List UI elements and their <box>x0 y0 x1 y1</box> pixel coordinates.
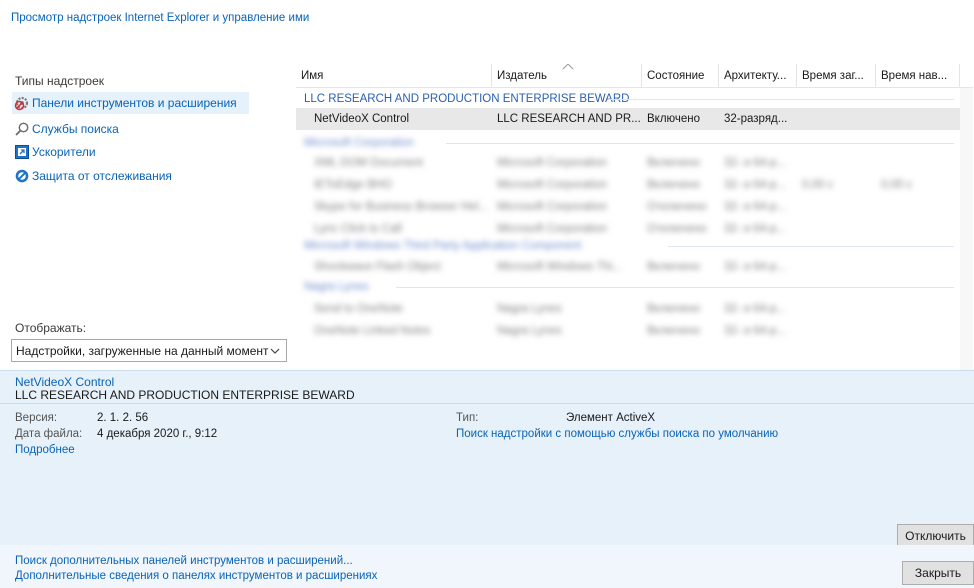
column-publisher[interactable]: Издатель <box>492 64 642 88</box>
cell-navigation-time: 0,00 с <box>881 179 913 191</box>
cell-name: XML DOM Document <box>314 157 423 169</box>
group-divider <box>446 143 954 144</box>
type-label: Панели инструментов и расширения <box>32 96 237 110</box>
type-toolbars-extensions[interactable]: Панели инструментов и расширения <box>12 92 249 114</box>
details-panel: NetVideoX Control LLC RESEARCH AND PRODU… <box>0 370 974 548</box>
cell-publisher: Nagra Lynes <box>497 303 562 315</box>
cell-status: Включено <box>647 157 701 169</box>
type-label: Защита от отслеживания <box>32 169 172 183</box>
column-load-time[interactable]: Время заг... <box>797 64 876 88</box>
group-divider <box>668 246 954 247</box>
table-row[interactable]: IEToEdge BHO Microsoft Corporation Включ… <box>296 174 960 196</box>
cell-architecture: 32- и 64-р... <box>724 223 787 235</box>
group-header: Microsoft Corporation <box>304 137 414 149</box>
group-header: Nagra Lynes <box>304 281 369 293</box>
column-name[interactable]: Имя <box>296 64 492 88</box>
cell-status: Включено <box>647 261 701 273</box>
type-accelerators[interactable]: Ускорители <box>12 141 100 163</box>
cell-publisher: Microsoft Corporation <box>497 157 607 169</box>
column-headers: Имя Издатель Состояние Архитекту... Врем… <box>296 64 973 88</box>
addon-types-pane: Типы надстроек Панели инструментов и рас… <box>0 64 296 370</box>
cell-status: Включено <box>647 303 701 315</box>
search-addon-link[interactable]: Поиск надстройки с помощью службы поиска… <box>456 428 778 440</box>
cell-name: NetVideoX Control <box>314 113 410 125</box>
footer: Поиск дополнительных панелей инструменто… <box>0 545 974 588</box>
cell-architecture: 32- и 64-р... <box>724 303 787 315</box>
group-divider <box>608 99 954 100</box>
group-header: LLC RESEARCH AND PRODUCTION ENTERPRISE B… <box>304 93 630 105</box>
cell-status: Включено <box>647 113 701 125</box>
gear-blocked-icon <box>14 95 30 111</box>
show-label: Отображать: <box>15 321 87 335</box>
type-label: Службы поиска <box>32 122 119 136</box>
table-row[interactable]: Send to OneNote Nagra Lynes Включено 32-… <box>296 298 960 320</box>
column-navigation-time[interactable]: Время нав... <box>876 64 960 88</box>
cell-publisher: Microsoft Windows Thi... <box>497 261 623 273</box>
cell-status: Включено <box>647 325 701 337</box>
selected-addon-name: NetVideoX Control <box>15 375 115 389</box>
group-header: Microsoft Windows Third Party Applicatio… <box>304 240 582 252</box>
vertical-scrollbar[interactable] <box>960 88 973 370</box>
cell-architecture: 32-разряд... <box>724 113 788 125</box>
cell-publisher: Nagra Lynes <box>497 325 562 337</box>
learn-more-toolbars-link[interactable]: Дополнительные сведения о панелях инстру… <box>15 570 377 582</box>
version-label: Версия: <box>15 412 58 424</box>
group-divider <box>396 287 954 288</box>
details-divider <box>0 403 974 404</box>
type-label: Тип: <box>456 412 479 424</box>
close-button[interactable]: Закрыть <box>902 561 974 585</box>
cell-load-time: 0,00 с <box>802 179 834 191</box>
cell-publisher: Microsoft Corporation <box>497 179 607 191</box>
cell-status: Включено <box>647 179 701 191</box>
search-icon <box>14 121 30 137</box>
cell-name: Send to OneNote <box>314 303 403 315</box>
page-title: Просмотр надстроек Internet Explorer и у… <box>11 12 310 24</box>
find-more-toolbars-link[interactable]: Поиск дополнительных панелей инструменто… <box>15 555 353 567</box>
column-status[interactable]: Состояние <box>642 64 719 88</box>
version-value: 2. 1. 2. 56 <box>97 412 149 424</box>
addon-types-label: Типы надстроек <box>15 74 105 88</box>
cell-name: OneNote Linked Notes <box>314 325 431 337</box>
cell-architecture: 32- и 64-р... <box>724 179 787 191</box>
cell-architecture: 32- и 64-р... <box>724 325 787 337</box>
cell-status: Отключено <box>647 201 707 213</box>
chevron-down-icon <box>270 345 280 359</box>
cell-publisher: Microsoft Corporation <box>497 201 607 213</box>
column-architecture[interactable]: Архитекту... <box>719 64 797 88</box>
table-row[interactable]: NetVideoX Control LLC RESEARCH AND PR...… <box>296 108 960 130</box>
cell-publisher: LLC RESEARCH AND PR... <box>497 113 641 125</box>
cell-architecture: 32- и 64-р... <box>724 157 787 169</box>
file-date-value: 4 декабря 2020 г., 9:12 <box>97 428 218 440</box>
type-search-providers[interactable]: Службы поиска <box>12 118 123 140</box>
addon-list: Имя Издатель Состояние Архитекту... Врем… <box>296 64 973 370</box>
table-row[interactable]: OneNote Linked Notes Nagra Lynes Включен… <box>296 320 960 342</box>
cell-name: Shockwave Flash Object <box>314 261 441 273</box>
table-row[interactable]: Shockwave Flash Object Microsoft Windows… <box>296 256 960 278</box>
table-row[interactable]: XML DOM Document Microsoft Corporation В… <box>296 152 960 174</box>
cell-name: IEToEdge BHO <box>314 179 392 191</box>
file-date-label: Дата файла: <box>15 428 83 440</box>
blocked-icon <box>14 168 30 184</box>
cell-architecture: 32- и 64-р... <box>724 201 787 213</box>
cell-name: Skype for Business Browser Hel... <box>314 201 488 213</box>
type-label: Ускорители <box>32 145 96 159</box>
show-dropdown[interactable]: Надстройки, загруженные на данный момент <box>11 339 287 362</box>
type-tracking-protection[interactable]: Защита от отслеживания <box>12 165 176 187</box>
table-row[interactable]: Skype for Business Browser Hel... Micros… <box>296 196 960 218</box>
more-info-link[interactable]: Подробнее <box>15 444 75 456</box>
cell-status: Отключено <box>647 223 707 235</box>
show-dropdown-value: Надстройки, загруженные на данный момент <box>16 343 269 358</box>
selected-addon-publisher: LLC RESEARCH AND PRODUCTION ENTERPRISE B… <box>15 388 355 402</box>
type-value: Элемент ActiveX <box>566 412 656 424</box>
cell-architecture: 32- и 64-р... <box>724 261 787 273</box>
accelerator-icon <box>14 144 30 160</box>
